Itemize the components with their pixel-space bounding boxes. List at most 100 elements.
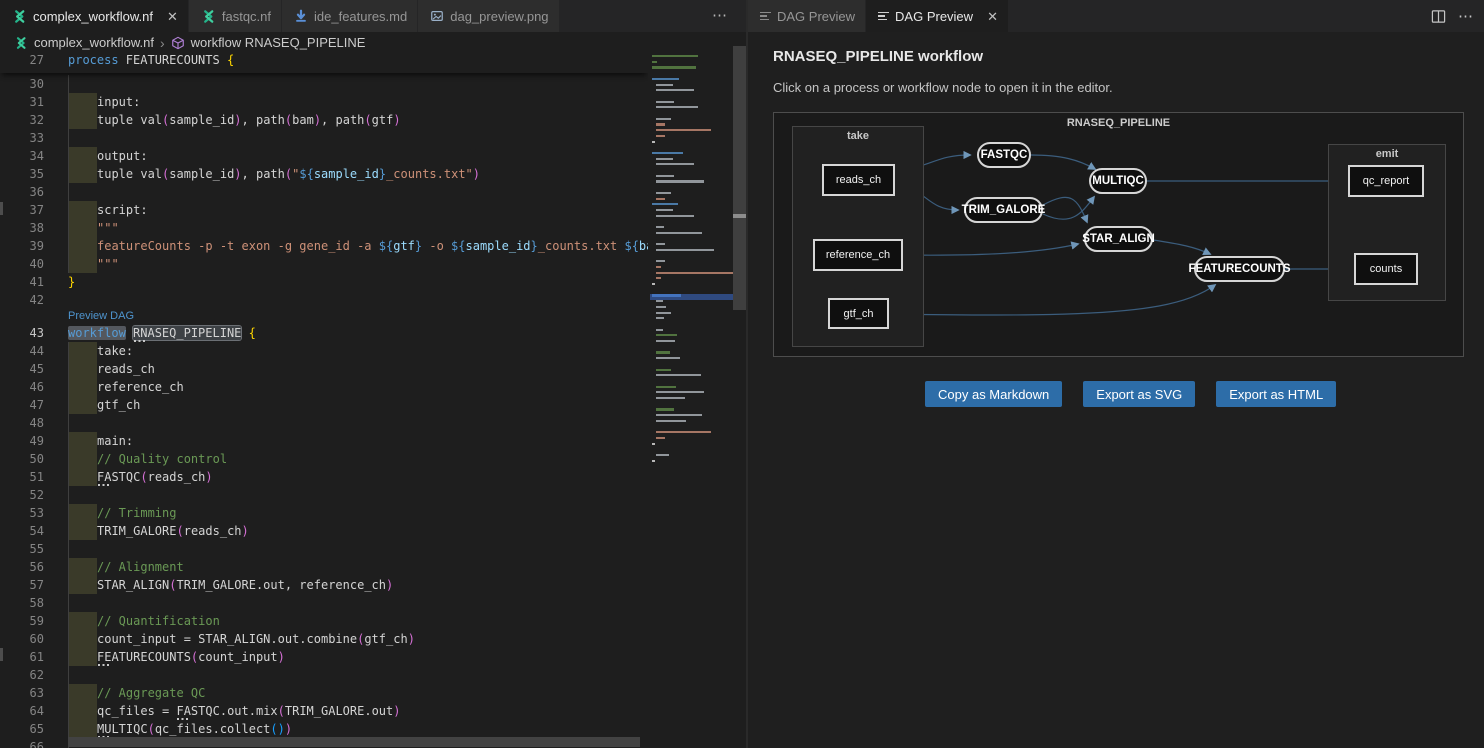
code-line-32[interactable]: 32tuple val(sample_id), path(bam), path(… [0,111,648,129]
code-token: count_input [198,650,277,664]
code-line-30[interactable]: 30 [0,75,648,93]
symbol-cube-icon [171,36,185,50]
indent-highlight [69,147,97,165]
code-line-50[interactable]: 50// Quality control [0,450,648,468]
code-line-56[interactable]: 56// Alignment [0,558,648,576]
minimap[interactable] [650,46,733,746]
code-line-47[interactable]: 47gtf_ch [0,396,648,414]
code-text: main: [97,432,133,450]
code-token: ) [393,113,400,127]
tab-dag-preview-1[interactable]: DAG Preview [748,0,866,32]
code-line-48[interactable]: 48 [0,414,648,432]
code-line-62[interactable]: 62 [0,666,648,684]
tab-label: DAG Preview [895,9,973,24]
code-line-53[interactable]: 53// Trimming [0,504,648,522]
code-line-40[interactable]: 40""" [0,255,648,273]
code-line-43[interactable]: 43workflow RNASEQ_PIPELINE { [0,324,648,342]
line-number: 30 [0,75,44,93]
minimap-line [656,391,704,393]
dag-node-FASTQC[interactable]: FASTQC [977,142,1031,168]
code-line-39[interactable]: 39featureCounts -p -t exon -g gene_id -a… [0,237,648,255]
export-as-html-button[interactable]: Export as HTML [1216,381,1336,407]
nextflow-icon [14,36,28,50]
sticky-scroll-line[interactable]: 27 process FEATURECOUNTS { [0,53,648,73]
code-text: count_input = STAR_ALIGN.out.combine(gtf… [97,630,415,648]
indent-highlight [69,378,97,396]
code-line-34[interactable]: 34output: [0,147,648,165]
code-line-49[interactable]: 49main: [0,432,648,450]
nextflow-icon [12,9,27,24]
vertical-scrollbar[interactable] [733,46,746,310]
image-icon [430,9,444,23]
minimap-line [656,243,665,245]
code-line-52[interactable]: 52 [0,486,648,504]
code-line-42[interactable]: 42 [0,291,648,309]
tab-complex-workflow-nf[interactable]: complex_workflow.nf ✕ [0,0,189,32]
codelens-preview-dag[interactable]: Preview DAG [68,309,134,324]
dag-node-FEATURECOUNTS[interactable]: FEATURECOUNTS [1194,256,1285,282]
dag-node-STAR_ALIGN[interactable]: STAR_ALIGN [1084,226,1153,252]
export-as-svg-button[interactable]: Export as SVG [1083,381,1195,407]
tab-fastqc-nf[interactable]: fastqc.nf [189,0,282,32]
line-number: 52 [0,486,44,504]
code-editor[interactable]: 27 process FEATURECOUNTS { 3031input:32t… [0,53,648,748]
minimap-line [656,408,674,410]
more-tabs-icon[interactable]: ⋯ [712,6,728,24]
split-editor-icon[interactable] [1431,9,1446,24]
code-token: ${ [299,167,313,181]
code-token: ) [234,113,241,127]
code-token: gtf [393,239,415,253]
dag-node-TRIM_GALORE[interactable]: TRIM_GALORE [964,197,1043,223]
tab-label: ide_features.md [314,9,407,24]
code-line-31[interactable]: 31input: [0,93,648,111]
minimap-line [656,329,663,331]
chevron-right-icon: › [160,35,165,51]
indent-highlight [69,450,97,468]
code-line-60[interactable]: 60count_input = STAR_ALIGN.out.combine(g… [0,630,648,648]
code-token [126,326,133,340]
close-icon[interactable]: ✕ [167,10,178,23]
dag-node-MULTIQC[interactable]: MULTIQC [1089,168,1147,194]
code-line-57[interactable]: 57STAR_ALIGN(TRIM_GALORE.out, reference_… [0,576,648,594]
tab-dag-preview-2[interactable]: DAG Preview ✕ [866,0,1009,32]
code-line-61[interactable]: 61FEATURECOUNTS(count_input) [0,648,648,666]
code-line-64[interactable]: 64qc_files = FASTQC.out.mix(TRIM_GALORE.… [0,702,648,720]
dag-edge-FASTQC-MULTIQC [1031,155,1095,169]
code-line-54[interactable]: 54TRIM_GALORE(reads_ch) [0,522,648,540]
code-line-44[interactable]: 44take: [0,342,648,360]
code-line-36[interactable]: 36 [0,183,648,201]
line-number: 64 [0,702,44,720]
tab-ide-features-md[interactable]: ide_features.md [282,0,418,32]
tab-dag-preview-png[interactable]: dag_preview.png [418,0,559,32]
code-line-55[interactable]: 55 [0,540,648,558]
indent-highlight [69,504,97,522]
indent-highlight [69,522,97,540]
minimap-line [656,158,673,160]
code-line-38[interactable]: 38""" [0,219,648,237]
code-line-46[interactable]: 46reference_ch [0,378,648,396]
code-line-59[interactable]: 59// Quantification [0,612,648,630]
code-line-45[interactable]: 45reads_ch [0,360,648,378]
more-actions-icon[interactable]: ⋯ [1458,7,1474,25]
code-line-37[interactable]: 37script: [0,201,648,219]
minimap-line [656,175,674,177]
breadcrumb-file[interactable]: complex_workflow.nf [34,35,154,50]
indent-highlight [69,630,97,648]
horizontal-scrollbar[interactable] [68,737,640,747]
code-line-41[interactable]: 41} [0,273,648,291]
minimap-line [656,260,665,262]
code-text: TRIM_GALORE(reads_ch) [97,522,249,540]
code-line-33[interactable]: 33 [0,129,648,147]
code-line-65[interactable]: 65MULTIQC(qc_files.collect()) [0,720,648,738]
copy-as-markdown-button[interactable]: Copy as Markdown [925,381,1062,407]
code-line-51[interactable]: 51FASTQC(reads_ch) [0,468,648,486]
code-line-35[interactable]: 35tuple val(sample_id), path("${sample_i… [0,165,648,183]
breadcrumb-symbol[interactable]: workflow RNASEQ_PIPELINE [191,35,366,50]
code-line-63[interactable]: 63// Aggregate QC [0,684,648,702]
code-line-58[interactable]: 58 [0,594,648,612]
code-token: ( [278,704,285,718]
code-token: gtf [372,113,394,127]
line-number: 48 [0,414,44,432]
code-text: workflow RNASEQ_PIPELINE { [68,324,256,342]
close-icon[interactable]: ✕ [987,10,998,23]
